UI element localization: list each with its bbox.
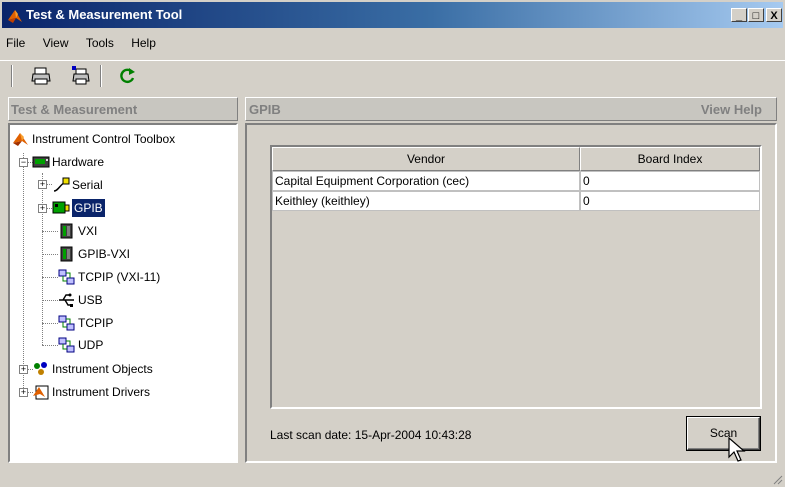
- table-cell-vendor[interactable]: Capital Equipment Corporation (cec): [272, 171, 580, 191]
- tree-label: TCPIP: [78, 316, 114, 330]
- instrument-drivers-icon: [33, 385, 49, 400]
- tree-label: Instrument Drivers: [52, 385, 151, 399]
- vendor-table: Vendor Board Index Capital Equipment Cor…: [270, 145, 762, 409]
- column-header-board-index[interactable]: Board Index: [580, 147, 760, 171]
- matlab-logo-icon: [8, 10, 22, 23]
- tree-label: Serial: [72, 178, 103, 192]
- refresh-icon[interactable]: [116, 65, 138, 87]
- window-title: Test & Measurement Tool: [26, 7, 183, 22]
- network-icon: [58, 315, 75, 331]
- menu-help[interactable]: Help: [131, 36, 156, 50]
- tree-label: UDP: [78, 338, 104, 352]
- serial-cable-icon: [53, 177, 70, 192]
- view-help-link[interactable]: View Help: [701, 102, 762, 117]
- table-cell-vendor[interactable]: Keithley (keithley): [272, 191, 580, 211]
- expand-toggle[interactable]: +: [19, 388, 28, 397]
- right-pane-header: GPIB View Help: [245, 97, 777, 121]
- toolbar: [0, 60, 785, 93]
- expand-toggle[interactable]: +: [19, 365, 28, 374]
- tree-label: GPIB-VXI: [78, 247, 131, 261]
- maximize-button[interactable]: □: [748, 8, 764, 22]
- left-pane-header: Test & Measurement: [8, 97, 238, 121]
- matlab-logo-icon: [13, 133, 28, 146]
- instrument-objects-icon: [34, 362, 47, 375]
- tree-connector: [42, 345, 58, 346]
- gpib-card-icon: [52, 201, 70, 214]
- status-bar: [0, 466, 785, 487]
- tree-label: TCPIP (VXI-11): [78, 270, 161, 284]
- tree-label: USB: [78, 293, 103, 307]
- print-icon[interactable]: [30, 65, 52, 87]
- expand-toggle[interactable]: +: [38, 204, 47, 213]
- vxi-chassis-icon: [60, 223, 73, 239]
- toolbar-separator: [11, 65, 13, 87]
- menu-tools[interactable]: Tools: [86, 36, 114, 50]
- close-button[interactable]: X: [766, 8, 782, 22]
- title-bar[interactable]: Test & Measurement Tool _ □ X: [2, 2, 783, 28]
- tree-connector: [23, 153, 24, 396]
- menu-file[interactable]: File: [6, 36, 25, 50]
- menu-bar: File View Tools Help: [6, 36, 170, 56]
- right-pane-title: GPIB: [249, 102, 281, 117]
- scan-button[interactable]: Scan: [687, 417, 760, 450]
- toolbar-separator: [100, 65, 102, 87]
- tree-label: Instrument Control Toolbox: [32, 132, 176, 146]
- tree-connector: [42, 173, 43, 345]
- hardware-icon: [32, 156, 50, 168]
- vxi-chassis-icon: [60, 246, 73, 262]
- menu-view[interactable]: View: [43, 36, 69, 50]
- table-cell-board-index[interactable]: 0: [580, 171, 760, 191]
- main-window: Test & Measurement Tool _ □ X File View …: [0, 0, 785, 487]
- last-scan-date: Last scan date: 15-Apr-2004 10:43:28: [270, 428, 472, 442]
- usb-icon: [59, 293, 74, 307]
- resize-grip-icon[interactable]: [771, 473, 783, 485]
- tree-connector: [42, 277, 58, 278]
- mouse-cursor-icon: [728, 437, 746, 462]
- tree-connector: [42, 231, 58, 232]
- network-icon: [58, 269, 75, 285]
- tree-label: VXI: [78, 224, 98, 238]
- print-setup-icon[interactable]: [70, 65, 92, 87]
- tree-label: Instrument Objects: [52, 362, 153, 376]
- column-header-vendor[interactable]: Vendor: [272, 147, 580, 171]
- table-cell-board-index[interactable]: 0: [580, 191, 760, 211]
- tree-connector: [42, 323, 58, 324]
- network-icon: [58, 337, 75, 353]
- collapse-toggle[interactable]: −: [19, 158, 28, 167]
- navigation-tree: Instrument Control Toolbox − Hardware + …: [8, 123, 238, 463]
- expand-toggle[interactable]: +: [38, 180, 47, 189]
- tree-label-selected: GPIB: [72, 199, 105, 217]
- tree-connector: [42, 300, 58, 301]
- tree-connector: [42, 254, 58, 255]
- minimize-button[interactable]: _: [731, 8, 747, 22]
- tree-label: Hardware: [52, 155, 105, 169]
